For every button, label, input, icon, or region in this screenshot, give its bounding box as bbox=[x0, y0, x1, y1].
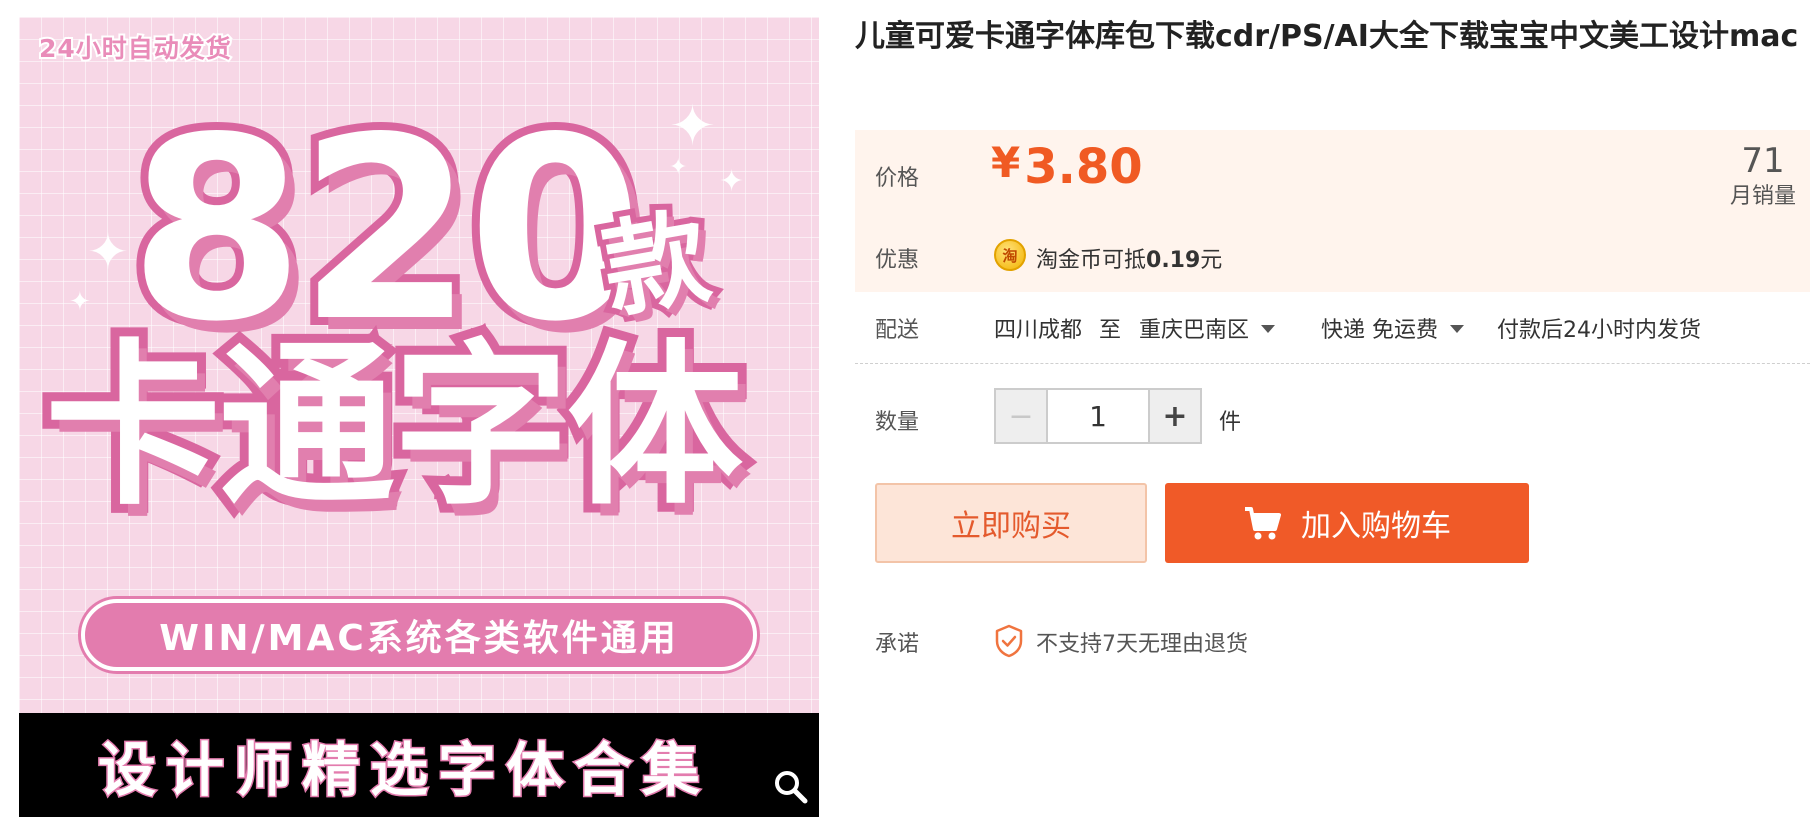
monthly-sales-label: 月销量 bbox=[1729, 184, 1796, 209]
headline-unit: 款 bbox=[588, 189, 724, 339]
system-compat-pill: WIN/MAC系统各类软件通用 bbox=[81, 599, 757, 671]
promo-section: 优惠 淘 淘金币可抵0.19元 bbox=[855, 222, 1810, 292]
poster-artwork: 24小时自动发货 ✦ ✦ ✦ ✦ ✦ 820 款 卡通字体 WIN/MAC系统各… bbox=[19, 17, 819, 713]
auto-delivery-badge: 24小时自动发货 bbox=[37, 32, 233, 65]
quantity-stepper: − + bbox=[994, 388, 1202, 444]
ship-from: 四川成都 bbox=[994, 318, 1083, 343]
decrease-button[interactable]: − bbox=[996, 390, 1048, 442]
increase-button[interactable]: + bbox=[1148, 390, 1200, 442]
product-info-panel: 儿童可爱卡通字体库包下载cdr/PS/AI大全下载宝宝中文美工设计mac 价格 … bbox=[855, 0, 1810, 824]
monthly-sales: 71 月销量 bbox=[1730, 142, 1796, 214]
promo-text-prefix: 淘金币可抵 bbox=[1036, 248, 1147, 273]
ship-to-word: 至 bbox=[1099, 318, 1122, 343]
dispatch-time: 付款后24小时内发货 bbox=[1497, 318, 1701, 343]
quantity-input[interactable] bbox=[1048, 390, 1148, 442]
chevron-down-icon bbox=[1261, 325, 1276, 333]
promise-section: 承诺 不支持7天无理由退货 bbox=[855, 618, 1810, 658]
destination-selector[interactable]: 重庆巴南区 bbox=[1139, 312, 1276, 344]
promo-amount: 0.19 bbox=[1146, 248, 1201, 273]
promo-text: 淘金币可抵0.19元 bbox=[1036, 242, 1222, 274]
price-value: ¥3.80 bbox=[991, 142, 1143, 192]
sparkle-icon: ✦ bbox=[87, 223, 129, 281]
price-label: 价格 bbox=[875, 166, 920, 191]
price-amount: 3.80 bbox=[1024, 139, 1143, 195]
quantity-section: 数量 − + 件 bbox=[855, 364, 1810, 464]
poster-footer-text: 设计师精选字体合集 bbox=[96, 735, 710, 806]
shipping-label: 配送 bbox=[875, 318, 920, 343]
buy-now-button[interactable]: 立即购买 bbox=[875, 483, 1147, 563]
quantity-label: 数量 bbox=[875, 410, 920, 435]
sparkle-icon: ✦ bbox=[719, 164, 745, 199]
quantity-unit: 件 bbox=[1219, 410, 1242, 435]
shipping-section: 配送 四川成都 至 重庆巴南区 快递 免运费 付款后24小时内发货 bbox=[855, 292, 1810, 364]
shipping-method-selector[interactable]: 快递 免运费 bbox=[1321, 312, 1464, 344]
promise-label: 承诺 bbox=[875, 632, 920, 657]
sparkle-icon: ✦ bbox=[69, 287, 91, 317]
headline-number: 820 bbox=[121, 84, 651, 377]
sparkle-icon: ✦ bbox=[669, 94, 716, 159]
add-to-cart-button[interactable]: 加入购物车 bbox=[1165, 483, 1529, 563]
search-icon[interactable] bbox=[771, 767, 811, 807]
currency-symbol: ¥ bbox=[991, 138, 1021, 187]
poster-footer: 设计师精选字体合集 bbox=[19, 713, 819, 817]
cart-icon bbox=[1245, 507, 1281, 540]
monthly-sales-count: 71 bbox=[1741, 141, 1785, 181]
shield-check-icon bbox=[995, 624, 1023, 658]
promo-label: 优惠 bbox=[875, 248, 920, 273]
add-to-cart-label: 加入购物车 bbox=[1301, 509, 1451, 544]
buy-now-label: 立即购买 bbox=[951, 509, 1071, 544]
sparkle-icon: ✦ bbox=[669, 155, 688, 180]
taobao-coin-icon: 淘 bbox=[994, 239, 1026, 271]
promise-text: 不支持7天无理由退货 bbox=[1036, 632, 1248, 657]
product-title: 儿童可爱卡通字体库包下载cdr/PS/AI大全下载宝宝中文美工设计mac bbox=[855, 19, 1799, 54]
shipping-method-text: 快递 免运费 bbox=[1321, 318, 1438, 343]
system-compat-text: WIN/MAC系统各类软件通用 bbox=[159, 618, 679, 659]
price-section: 价格 ¥3.80 71 月销量 bbox=[855, 130, 1810, 222]
headline-text: 卡通字体 bbox=[36, 324, 752, 529]
promo-text-suffix: 元 bbox=[1200, 248, 1223, 273]
product-image[interactable]: 24小时自动发货 ✦ ✦ ✦ ✦ ✦ 820 款 卡通字体 WIN/MAC系统各… bbox=[19, 17, 819, 817]
chevron-down-icon bbox=[1450, 325, 1464, 333]
destination-text: 重庆巴南区 bbox=[1139, 318, 1250, 343]
